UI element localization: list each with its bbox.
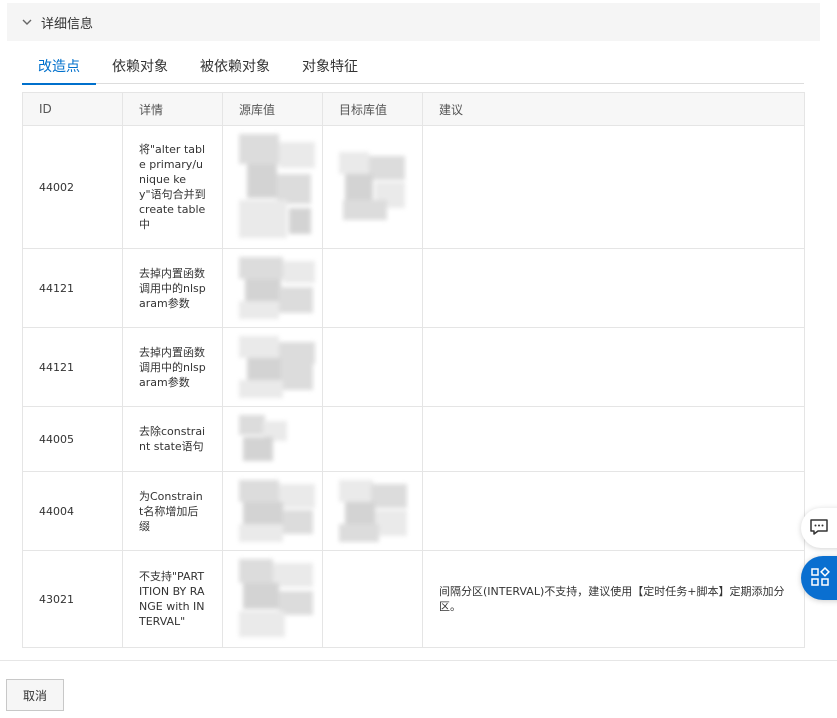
table-header-row: ID 详情 源库值 目标库值 建议: [22, 92, 805, 126]
cell-target-value: [322, 327, 423, 407]
cancel-button[interactable]: 取消: [6, 679, 64, 711]
table-row: 44002 将"alter table primary/unique key"语…: [22, 125, 805, 249]
cell-source-value-redacted: [222, 471, 323, 551]
tab-bar: 改造点 依赖对象 被依赖对象 对象特征: [22, 50, 804, 85]
redacted-block: [239, 559, 315, 639]
table-row: 44121 去掉内置函数调用中的nlsparam参数: [22, 248, 805, 328]
cell-id: 44002: [22, 125, 123, 249]
tab-object-features[interactable]: 对象特征: [286, 50, 374, 84]
cell-source-value-redacted: [222, 327, 323, 407]
redacted-block: [339, 152, 409, 222]
cell-id: 44121: [22, 248, 123, 328]
footer-divider: [0, 660, 837, 661]
table-row: 44121 去掉内置函数调用中的nlsparam参数: [22, 327, 805, 407]
tab-dependencies[interactable]: 依赖对象: [96, 50, 184, 84]
cell-id: 44005: [22, 406, 123, 472]
table-row: 43021 不支持"PARTITION BY RANGE with INTERV…: [22, 550, 805, 648]
cell-target-value-redacted: [322, 125, 423, 249]
redacted-block: [239, 415, 289, 463]
table-row: 44004 为Constraint名称增加后缀: [22, 471, 805, 551]
cell-source-value-redacted: [222, 406, 323, 472]
redacted-block: [239, 257, 315, 319]
apps-icon: [810, 566, 830, 590]
cell-detail: 去除constraint state语句: [122, 406, 223, 472]
cell-detail: 为Constraint名称增加后缀: [122, 471, 223, 551]
cell-id: 43021: [22, 550, 123, 648]
cell-target-value-redacted: [322, 471, 423, 551]
cell-source-value-redacted: [222, 125, 323, 249]
cell-target-value: [322, 248, 423, 328]
tab-transformation-points[interactable]: 改造点: [22, 50, 96, 85]
redacted-block: [339, 480, 409, 542]
cell-id: 44004: [22, 471, 123, 551]
cell-source-value-redacted: [222, 550, 323, 648]
cell-suggestion: [422, 327, 805, 407]
tab-dependents[interactable]: 被依赖对象: [184, 50, 286, 84]
redacted-block: [239, 336, 315, 398]
cell-source-value-redacted: [222, 248, 323, 328]
header-target-value: 目标库值: [322, 92, 423, 126]
cell-suggestion: [422, 248, 805, 328]
apps-float-button[interactable]: [801, 556, 837, 600]
message-icon: [809, 517, 829, 540]
cell-detail: 去掉内置函数调用中的nlsparam参数: [122, 248, 223, 328]
header-detail: 详情: [122, 92, 223, 126]
cell-suggestion: 间隔分区(INTERVAL)不支持，建议使用【定时任务+脚本】定期添加分区。: [422, 550, 805, 648]
header-source-value: 源库值: [222, 92, 323, 126]
cell-target-value: [322, 550, 423, 648]
redacted-block: [239, 134, 315, 240]
cell-detail: 去掉内置函数调用中的nlsparam参数: [122, 327, 223, 407]
cell-detail: 不支持"PARTITION BY RANGE with INTERVAL": [122, 550, 223, 648]
cell-suggestion: [422, 406, 805, 472]
cell-id: 44121: [22, 327, 123, 407]
table-row: 44005 去除constraint state语句: [22, 406, 805, 472]
header-id: ID: [22, 92, 123, 126]
redacted-block: [239, 480, 315, 542]
header-suggestion: 建议: [422, 92, 805, 126]
detail-section-header[interactable]: 详细信息: [7, 3, 820, 41]
chevron-down-icon: [21, 16, 33, 28]
transformation-table: ID 详情 源库值 目标库值 建议 44002 将"alter table pr…: [22, 92, 805, 648]
section-title: 详细信息: [41, 16, 94, 32]
cell-suggestion: [422, 471, 805, 551]
message-float-button[interactable]: [801, 508, 837, 548]
cell-suggestion: [422, 125, 805, 249]
cell-detail: 将"alter table primary/unique key"语句合并到cr…: [122, 125, 223, 249]
cell-target-value: [322, 406, 423, 472]
